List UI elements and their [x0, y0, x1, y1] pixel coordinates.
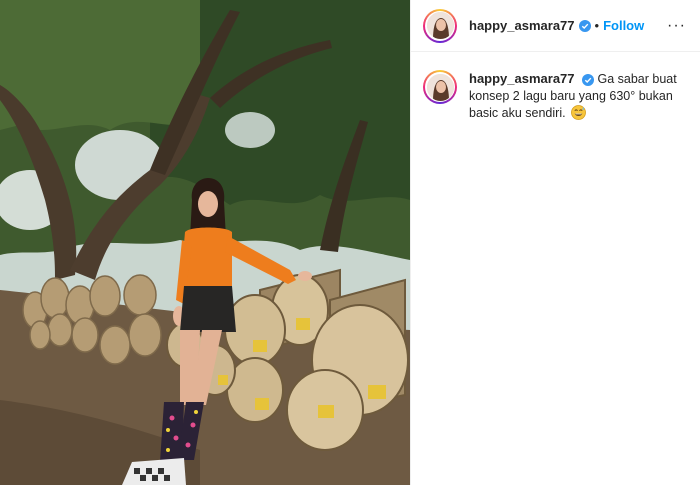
caption-body: happy_asmara77 Ga sabar buat konsep 2 la…: [469, 70, 686, 122]
verified-badge-icon: [582, 73, 594, 86]
grinning-sweat-emoji-icon: [571, 105, 586, 120]
post-side-panel: happy_asmara77 • Follow ··· happy_asmara…: [410, 0, 700, 485]
follow-button[interactable]: Follow: [603, 18, 644, 33]
caption-username[interactable]: happy_asmara77: [469, 71, 575, 86]
caption-avatar-image: [426, 73, 454, 101]
separator-dot: •: [594, 18, 600, 33]
post-photo[interactable]: [0, 0, 410, 485]
avatar-image: [426, 12, 454, 39]
header-username[interactable]: happy_asmara77: [469, 18, 575, 33]
more-options-icon[interactable]: ···: [667, 17, 686, 35]
caption-comment: happy_asmara77 Ga sabar buat konsep 2 la…: [411, 52, 700, 122]
instagram-post: happy_asmara77 • Follow ··· happy_asmara…: [0, 0, 700, 485]
post-photo-illustration: [0, 0, 410, 485]
caption-avatar[interactable]: [423, 70, 457, 104]
avatar[interactable]: [423, 8, 457, 43]
post-header: happy_asmara77 • Follow ···: [411, 0, 700, 52]
verified-badge-icon: [578, 19, 591, 32]
